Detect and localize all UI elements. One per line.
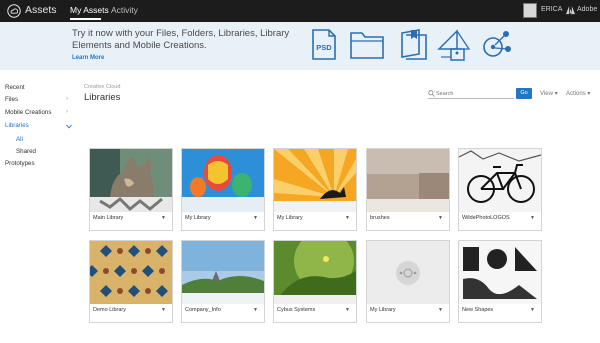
actions-label: Actions (566, 91, 586, 97)
library-card[interactable]: brushes ▼ (366, 148, 450, 231)
library-name: Company_Info (185, 307, 221, 313)
library-card[interactable]: My Library ▼ (181, 148, 265, 231)
library-thumbnail (367, 241, 449, 304)
sidebar-item-all[interactable]: All (16, 136, 23, 143)
library-name: brushes (370, 215, 390, 221)
chevron-right-icon[interactable]: › (66, 96, 68, 102)
avatar[interactable] (523, 3, 537, 18)
library-thumbnail (459, 149, 541, 212)
learn-more-link[interactable]: Learn More (72, 55, 104, 61)
library-card[interactable]: My Library ▼ (366, 240, 450, 323)
view-dropdown[interactable]: View ▾ (540, 90, 558, 97)
library-name: My Library (185, 215, 211, 221)
card-menu-icon[interactable]: ▼ (530, 215, 535, 221)
user-name[interactable]: ERICA (541, 6, 562, 13)
active-nav-indicator (70, 18, 101, 20)
library-thumbnail (274, 241, 356, 304)
share-network-icon (483, 31, 511, 57)
psd-icon-label: PSD (316, 43, 332, 52)
nav-activity[interactable]: Activity (111, 5, 138, 15)
breadcrumb[interactable]: Creative Cloud (84, 84, 120, 90)
library-name: WildePhotoLOGOS (462, 215, 510, 221)
library-name: Cybus Systems (277, 307, 316, 313)
card-menu-icon[interactable]: ▼ (438, 307, 443, 313)
top-bar: Assets My Assets Activity ERICA Adobe (0, 0, 600, 22)
sidebar-item-files[interactable]: Files (5, 96, 18, 103)
library-card[interactable]: Demo Library ▼ (89, 240, 173, 323)
chevron-down-icon[interactable] (66, 124, 72, 129)
library-thumbnail (182, 149, 264, 212)
library-name: Demo Library (93, 307, 127, 313)
search-box (428, 88, 514, 99)
chevron-right-icon[interactable]: › (66, 109, 68, 115)
banner-text-line2: Elements and Mobile Creations. (72, 40, 207, 51)
sidebar-item-prototypes[interactable]: Prototypes (5, 160, 35, 167)
card-menu-icon[interactable]: ▼ (253, 215, 258, 221)
app-name: Assets (25, 4, 57, 16)
library-thumbnail (182, 241, 264, 304)
promo-banner: Try it now with your Files, Folders, Lib… (0, 22, 600, 70)
folder-icon (350, 32, 384, 59)
actions-dropdown[interactable]: Actions ▾ (566, 90, 590, 97)
card-menu-icon[interactable]: ▼ (530, 307, 535, 313)
photoshop-icon (437, 29, 471, 61)
company-name: Adobe (577, 6, 598, 13)
card-menu-icon[interactable]: ▼ (161, 307, 166, 313)
page-title: Libraries (84, 92, 121, 103)
card-menu-icon[interactable]: ▼ (345, 215, 350, 221)
library-card[interactable]: Cybus Systems ▼ (273, 240, 357, 323)
card-menu-icon[interactable]: ▼ (253, 307, 258, 313)
search-icon (428, 90, 435, 97)
sidebar-item-mobile-creations[interactable]: Mobile Creations (5, 109, 51, 116)
psd-file-icon: PSD (312, 29, 336, 60)
library-card[interactable]: New Shapes ▼ (458, 240, 542, 323)
library-name: My Library (277, 215, 303, 221)
go-button[interactable]: Go (516, 88, 532, 99)
sidebar-item-recent[interactable]: Recent (5, 84, 25, 91)
adobe-logo-icon (566, 6, 575, 15)
sidebar-item-libraries[interactable]: Libraries (5, 122, 29, 129)
card-menu-icon[interactable]: ▼ (161, 215, 166, 221)
library-card[interactable]: WildePhotoLOGOS ▼ (458, 148, 542, 231)
creative-cloud-logo-icon[interactable] (7, 4, 21, 18)
library-thumbnail (90, 149, 172, 212)
search-input[interactable] (436, 89, 512, 98)
nav-my-assets[interactable]: My Assets (70, 5, 109, 15)
card-menu-icon[interactable]: ▼ (438, 215, 443, 221)
view-label: View (540, 91, 553, 97)
caret-down-icon: ▾ (587, 91, 591, 97)
library-thumbnail (274, 149, 356, 212)
caret-down-icon: ▾ (554, 91, 558, 97)
library-thumbnail (90, 241, 172, 304)
card-menu-icon[interactable]: ▼ (345, 307, 350, 313)
library-thumbnail (459, 241, 541, 304)
library-card[interactable]: My Library ▼ (273, 148, 357, 231)
banner-text-line1: Try it now with your Files, Folders, Lib… (72, 28, 290, 39)
library-name: My Library (370, 307, 396, 313)
library-thumbnail (367, 149, 449, 212)
library-book-icon (401, 29, 427, 60)
library-name: Main Library (93, 215, 124, 221)
library-card[interactable]: Main Library ▼ (89, 148, 173, 231)
library-card[interactable]: Company_Info ▼ (181, 240, 265, 323)
library-name: New Shapes (462, 307, 494, 313)
sidebar-item-shared[interactable]: Shared (16, 148, 36, 155)
